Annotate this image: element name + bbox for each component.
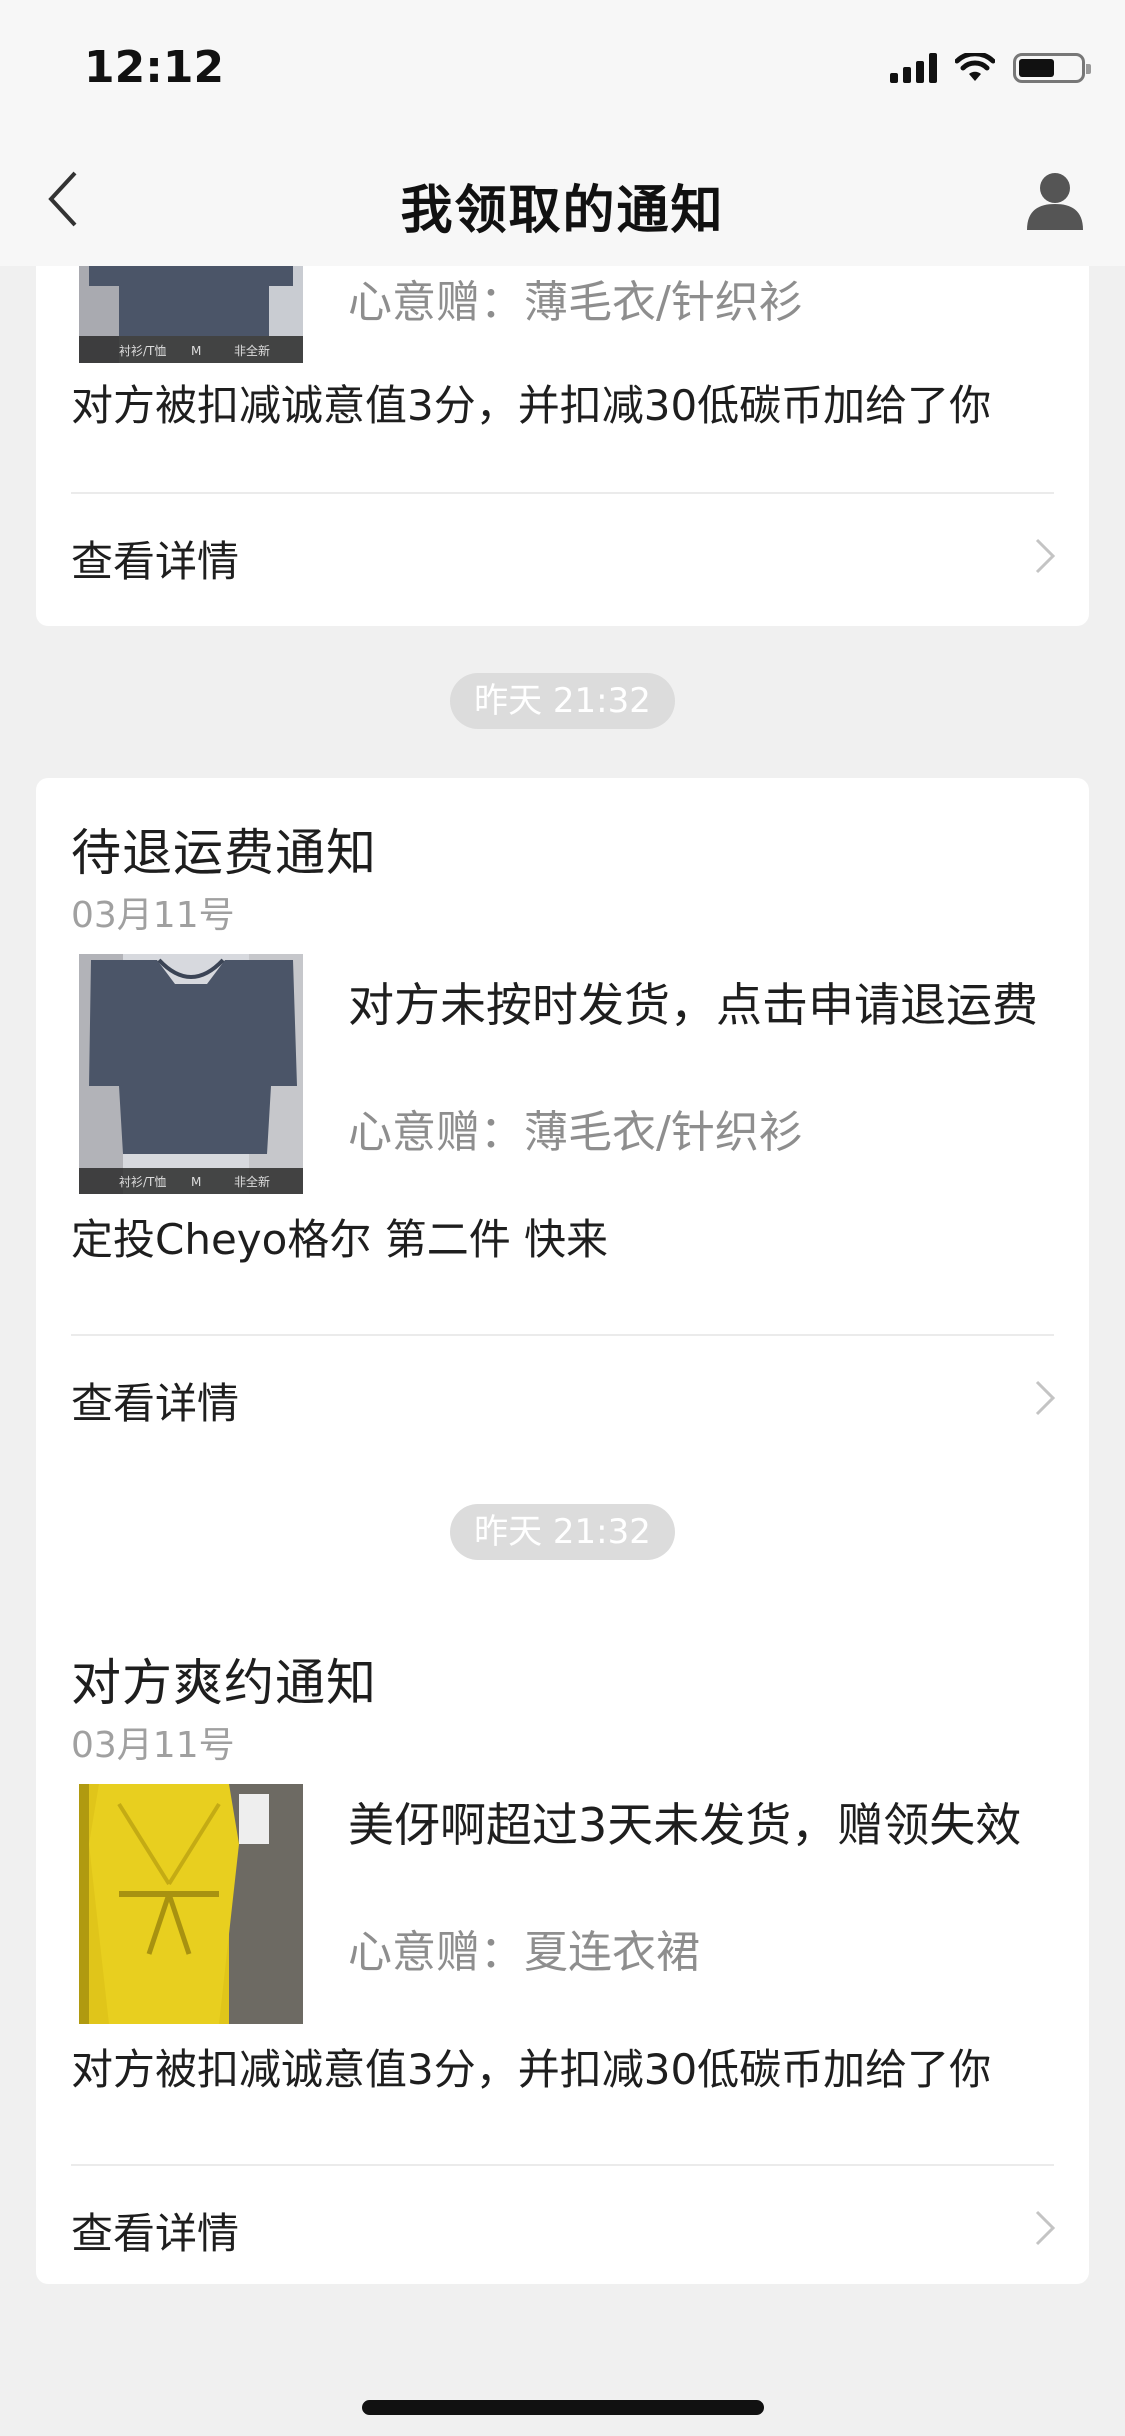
status-icons [890, 48, 1091, 88]
divider [71, 492, 1054, 494]
gift-item-label: 心意赠：薄毛衣/针织衫 [348, 277, 803, 328]
wifi-icon [955, 53, 995, 83]
gift-item-label: 心意赠：夏连衣裙 [348, 1927, 700, 1978]
item-thumbnail[interactable]: 衬衫/T恤 M 非全新 [79, 266, 303, 363]
gift-item-label: 心意赠：薄毛衣/针织衫 [348, 1107, 803, 1158]
nav-bar: 我领取的通知 [0, 140, 1125, 266]
view-details-label: 查看详情 [71, 2209, 240, 2258]
notification-description: 定投Cheyo格尔 第二件 快来 [71, 1215, 609, 1264]
notification-description: 对方被扣减诚意值3分，并扣减30低碳币加给了你 [71, 2045, 992, 2094]
chevron-right-icon [1035, 1380, 1056, 1416]
profile-button[interactable] [1015, 160, 1095, 240]
chevron-right-icon [1035, 538, 1056, 574]
timestamp-pill: 昨天 21:32 [450, 1504, 675, 1560]
notification-card: 对方爽约通知 03月11号 美伢啊超过3天未发货，赠领失效 心意赠：夏连衣裙 对… [36, 1608, 1089, 2284]
user-icon [1027, 173, 1083, 230]
notification-card: 衬衫/T恤 M 非全新 心意赠：薄毛衣/针织衫 对方被扣减诚意值3分，并扣减30… [36, 266, 1089, 626]
notification-title: 待退运费通知 [71, 824, 377, 882]
thumb-tag: M [191, 344, 201, 358]
view-details-row[interactable]: 查看详情 [36, 2168, 1089, 2288]
notification-message: 对方未按时发货，点击申请退运费 [348, 978, 1038, 1032]
timestamp-pill: 昨天 21:32 [450, 673, 675, 729]
notification-message: 美伢啊超过3天未发货，赠领失效 [348, 1798, 1022, 1852]
thumb-tag: 衬衫/T恤 [119, 344, 166, 358]
home-indicator[interactable] [362, 2400, 764, 2415]
view-details-label: 查看详情 [71, 1379, 240, 1428]
thumb-tag: M [191, 1175, 201, 1189]
divider [71, 1334, 1054, 1336]
thumb-tag: 非全新 [234, 343, 270, 358]
status-bar: 12:12 [0, 0, 1125, 140]
view-details-row[interactable]: 查看详情 [36, 496, 1089, 616]
divider [71, 2164, 1054, 2166]
cellular-signal-icon [890, 53, 937, 83]
thumb-tag: 非全新 [234, 1174, 270, 1189]
notification-date: 03月11号 [71, 1725, 235, 1766]
thumb-tag: 衬衫/T恤 [119, 1175, 166, 1189]
item-thumbnail[interactable]: 衬衫/T恤 M 非全新 [79, 954, 303, 1194]
chevron-right-icon [1035, 2210, 1056, 2246]
status-time: 12:12 [84, 42, 225, 93]
page-title: 我领取的通知 [400, 181, 725, 241]
battery-icon [1013, 53, 1091, 83]
notification-date: 03月11号 [71, 895, 235, 936]
notification-title: 对方爽约通知 [71, 1654, 377, 1712]
notification-card: 待退运费通知 03月11号 衬衫/T恤 M 非全新 对方未按时发货，点击申请退运… [36, 778, 1089, 1720]
notification-description: 对方被扣减诚意值3分，并扣减30低碳币加给了你 [71, 381, 992, 430]
item-thumbnail[interactable] [79, 1784, 303, 2024]
view-details-row[interactable]: 查看详情 [36, 1338, 1089, 1458]
view-details-label: 查看详情 [71, 537, 240, 586]
notification-list[interactable]: 衬衫/T恤 M 非全新 心意赠：薄毛衣/针织衫 对方被扣减诚意值3分，并扣减30… [0, 266, 1125, 2436]
